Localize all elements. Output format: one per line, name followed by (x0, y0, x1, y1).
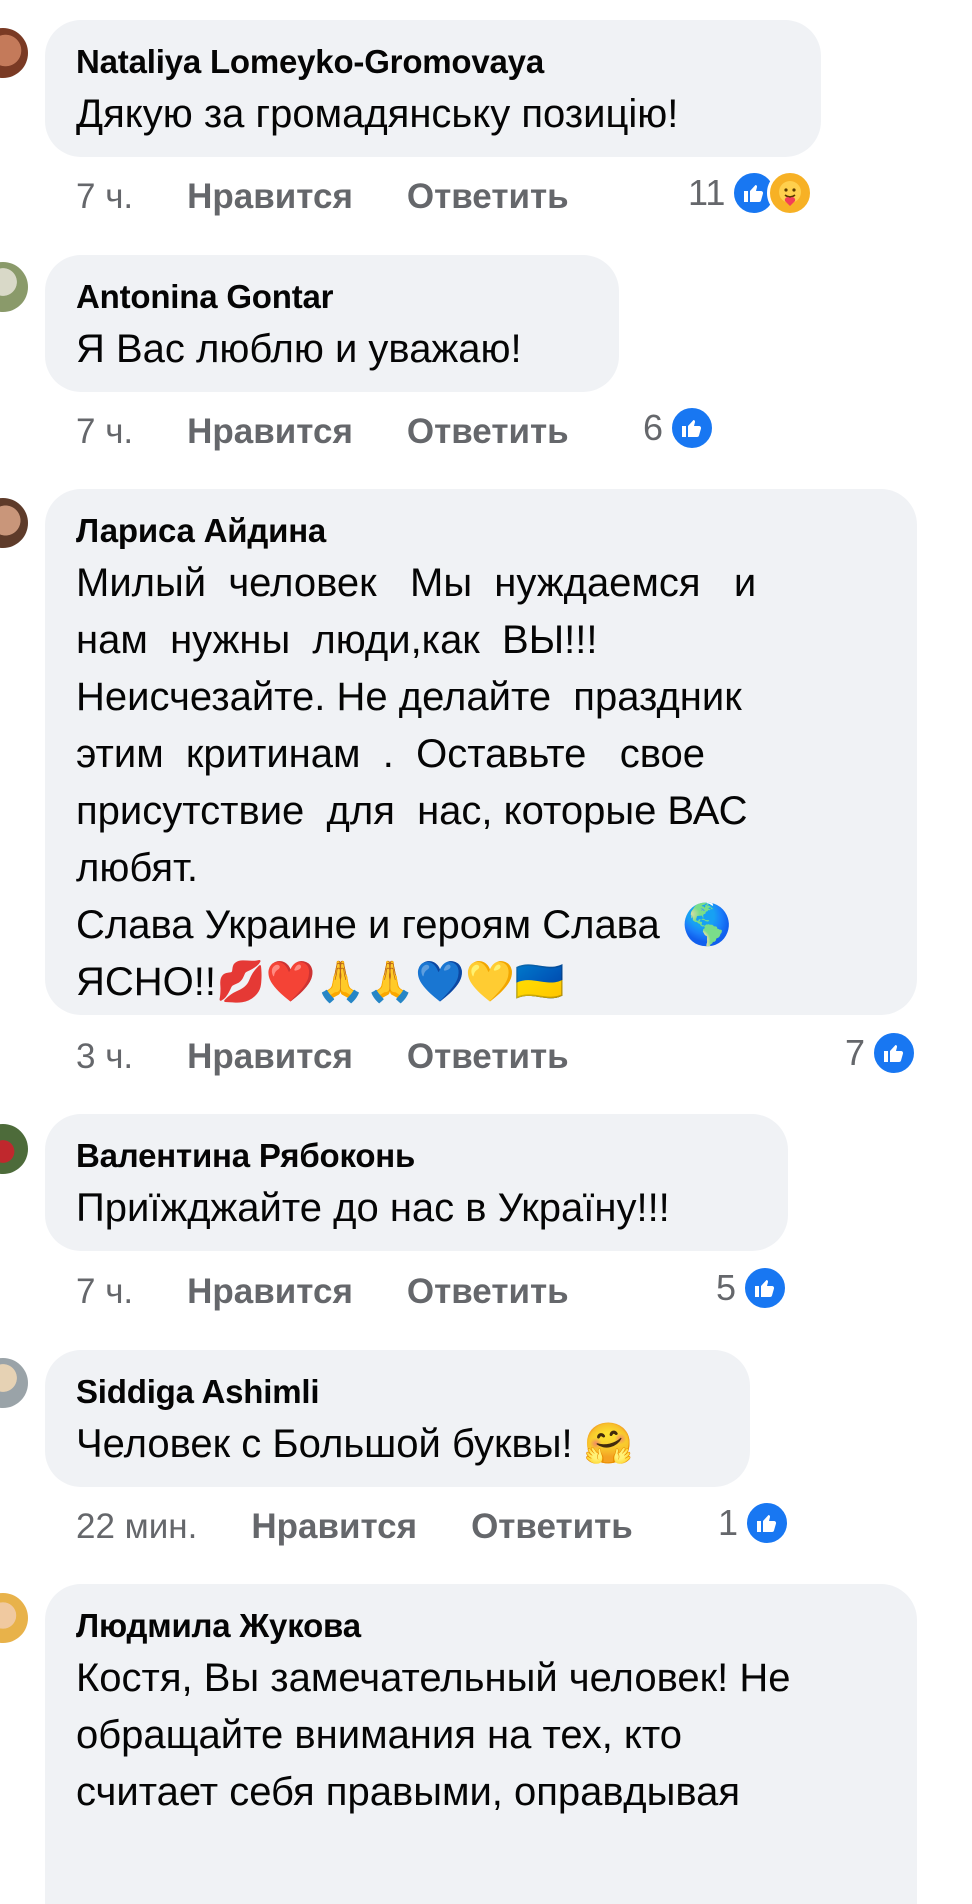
comment-timestamp[interactable]: 7 ч. (76, 1272, 133, 1312)
like-button[interactable]: Нравится (187, 177, 353, 217)
comment-author[interactable]: Antonina Gontar (76, 277, 587, 317)
comment-text: Я Вас люблю и уважаю! (76, 327, 522, 371)
comment-bubble: Лариса Айдина Милый человек Мы нуждаемся… (45, 489, 917, 1015)
reaction-count: 7 (845, 1032, 866, 1073)
comment-text: Приїжджайте до нас в Україну!!! (76, 1186, 670, 1230)
comment-author[interactable]: Nataliya Lomeyko-Gromovaya (76, 42, 789, 82)
comment-actions: 7 ч. Нравится Ответить (76, 407, 569, 457)
comment-bubble: Людмила Жукова Костя, Вы замечательный ч… (45, 1584, 917, 1904)
comment-author[interactable]: Валентина Рябоконь (76, 1136, 756, 1176)
comment-text: Человек с Большой буквы! 🤗 (76, 1422, 634, 1466)
like-icon (744, 1500, 791, 1546)
comment-text: Дякую за громадянську позицію! (76, 92, 679, 136)
reaction-summary[interactable]: 5 (716, 1263, 789, 1313)
comment-author[interactable]: Siddiga Ashimli (76, 1372, 718, 1412)
reaction-count: 6 (643, 407, 664, 448)
reply-button[interactable]: Ответить (407, 412, 569, 452)
comment-author[interactable]: Лариса Айдина (76, 511, 885, 551)
reply-button[interactable]: Ответить (407, 1037, 569, 1077)
comment-timestamp[interactable]: 3 ч. (76, 1037, 133, 1077)
like-button[interactable]: Нравится (251, 1507, 417, 1547)
reply-button[interactable]: Ответить (407, 177, 569, 217)
avatar[interactable] (0, 1124, 28, 1174)
like-button[interactable]: Нравится (187, 412, 353, 452)
avatar[interactable] (0, 262, 28, 312)
comment-bubble: Antonina Gontar Я Вас люблю и уважаю! (45, 255, 619, 392)
reaction-summary[interactable]: 7 (845, 1028, 918, 1078)
comment-actions: 7 ч. Нравится Ответить (76, 1267, 569, 1317)
reply-button[interactable]: Ответить (471, 1507, 633, 1547)
avatar[interactable] (0, 1593, 28, 1643)
like-button[interactable]: Нравится (187, 1037, 353, 1077)
like-icon (871, 1030, 918, 1076)
care-icon (767, 170, 814, 216)
reaction-count: 1 (718, 1502, 739, 1543)
comment-text: Костя, Вы замечательный человек! Не обра… (76, 1656, 791, 1814)
reply-button[interactable]: Ответить (407, 1272, 569, 1312)
like-icon (669, 405, 716, 451)
avatar[interactable] (0, 1358, 28, 1408)
avatar[interactable] (0, 28, 28, 78)
like-icon (742, 1265, 789, 1311)
reaction-count: 11 (688, 172, 726, 213)
comment-actions: 3 ч. Нравится Ответить (76, 1032, 569, 1082)
comment-timestamp[interactable]: 7 ч. (76, 177, 133, 217)
avatar[interactable] (0, 498, 28, 548)
like-button[interactable]: Нравится (187, 1272, 353, 1312)
comment-text: Милый человек Мы нуждаемся и нам нужны л… (76, 561, 757, 1004)
comment-bubble: Валентина Рябоконь Приїжджайте до нас в … (45, 1114, 788, 1251)
comment-timestamp[interactable]: 7 ч. (76, 412, 133, 452)
comment-author[interactable]: Людмила Жукова (76, 1606, 885, 1646)
reaction-summary[interactable]: 1 (718, 1498, 791, 1548)
reaction-count: 5 (716, 1267, 737, 1308)
comment-bubble: Siddiga Ashimli Человек с Большой буквы!… (45, 1350, 750, 1487)
comment-timestamp[interactable]: 22 мин. (76, 1507, 197, 1547)
reaction-summary[interactable]: 6 (643, 403, 716, 453)
comment-actions: 22 мин. Нравится Ответить (76, 1502, 633, 1552)
reaction-summary[interactable]: 11 (688, 168, 814, 218)
comment-actions: 7 ч. Нравится Ответить (76, 172, 569, 222)
comment-bubble: Nataliya Lomeyko-Gromovaya Дякую за гром… (45, 20, 821, 157)
